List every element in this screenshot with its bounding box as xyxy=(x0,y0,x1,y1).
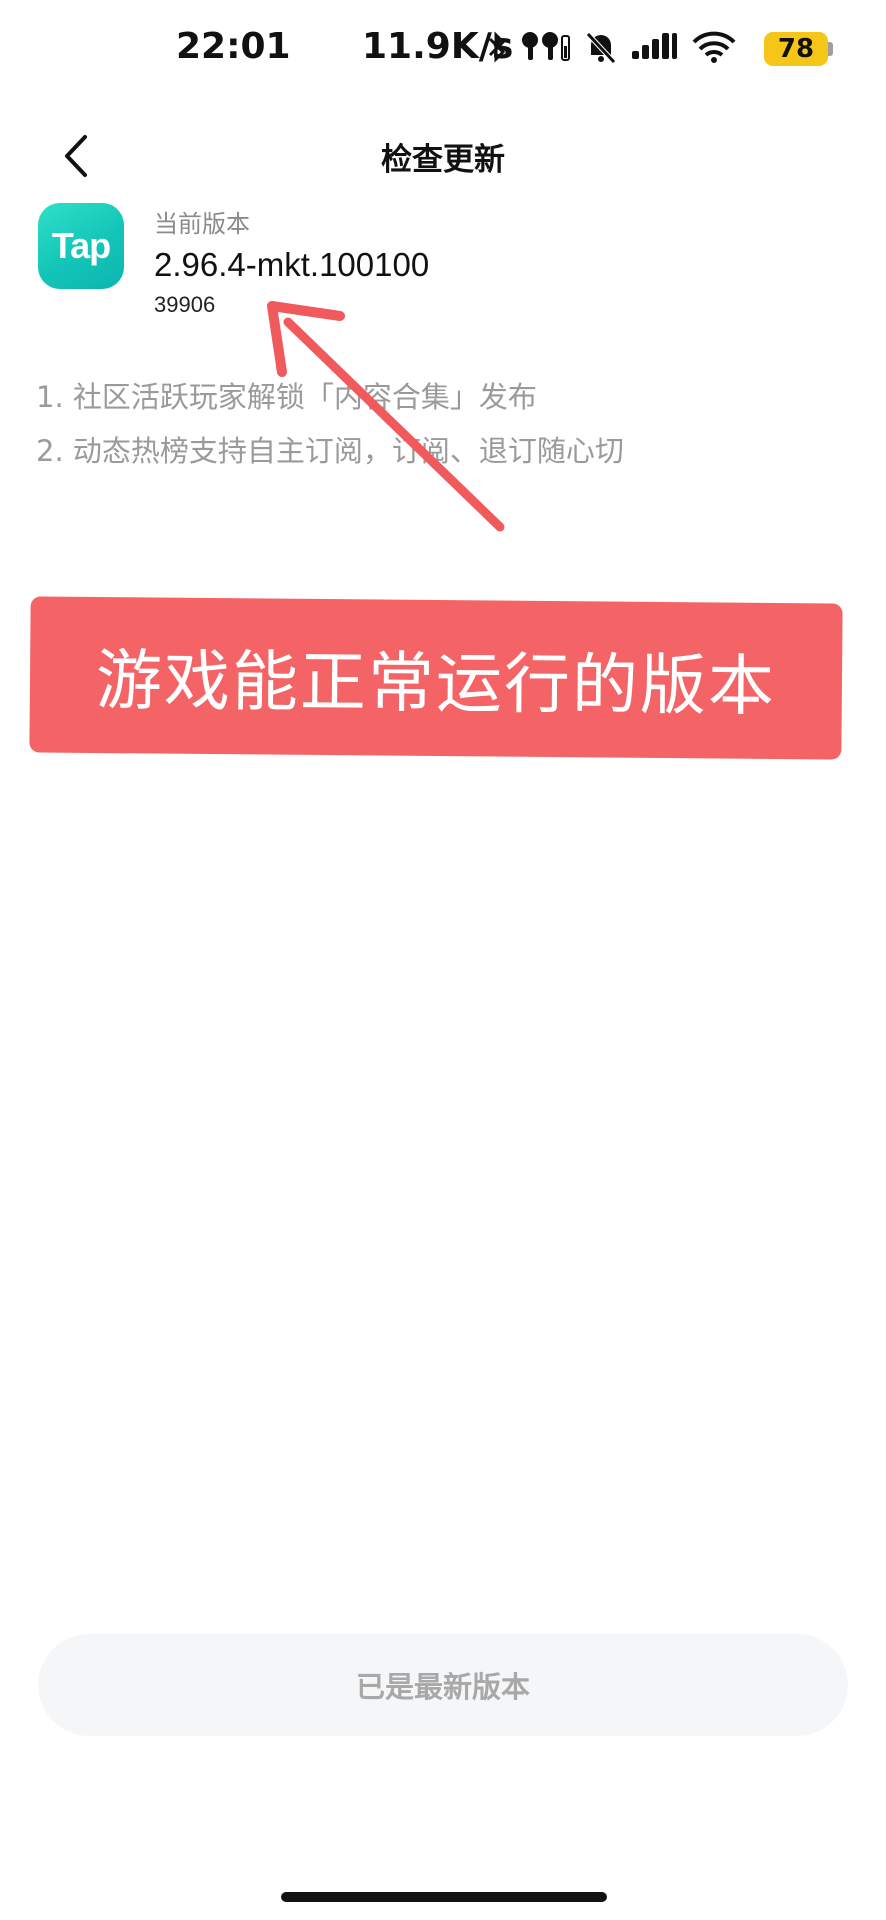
caption-text: 游戏能正常运行的版本 xyxy=(95,642,777,725)
check-update-page: 22:01 11.9K/s 78 检查更新 Tap 当前版本 2.96.4-mk… xyxy=(0,0,886,1920)
home-indicator[interactable] xyxy=(281,1892,607,1902)
annotation-arrow-icon xyxy=(267,301,505,532)
caption-banner: 游戏能正常运行的版本 xyxy=(29,596,843,760)
update-status-button[interactable]: 已是最新版本 xyxy=(38,1634,848,1736)
